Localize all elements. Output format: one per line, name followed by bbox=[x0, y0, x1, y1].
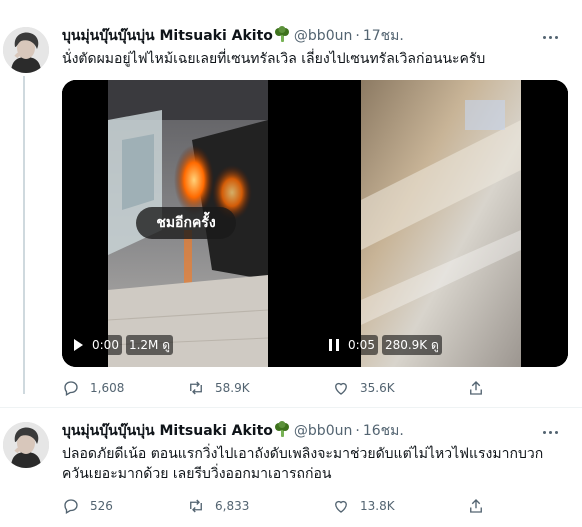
tweet-header: บุนมุ่นบุ๊นบุ๊นบุ่น Mitsuaki Akito @bb0u… bbox=[62, 26, 404, 46]
retweet-count: 6,833 bbox=[215, 499, 250, 513]
avatar[interactable] bbox=[3, 422, 49, 468]
retweet-icon bbox=[190, 381, 202, 395]
retweet-button[interactable]: 6,833 bbox=[187, 496, 249, 516]
timestamp[interactable]: 16ชม. bbox=[363, 423, 404, 439]
share-icon bbox=[470, 381, 482, 395]
video-time: 0:05 bbox=[345, 335, 378, 355]
video-controls: 0:05 280.9K ดู bbox=[329, 333, 442, 357]
reply-icon bbox=[64, 381, 78, 396]
retweet-button[interactable]: 58.9K bbox=[187, 378, 250, 398]
video-thumbnail bbox=[315, 80, 568, 367]
avatar[interactable] bbox=[3, 27, 49, 73]
more-icon[interactable] bbox=[542, 423, 560, 441]
reply-button[interactable]: 1,608 bbox=[62, 378, 124, 398]
action-bar: 526 6,833 13.8K bbox=[62, 496, 502, 516]
tweet-text: ปลอดภัยดีเน้อ ตอนแรกวิ่งไปเอาถังดับเพลิง… bbox=[62, 446, 544, 482]
timestamp[interactable]: 17ชม. bbox=[363, 28, 404, 44]
video-player[interactable]: ชมอีกครั้ง 0:00 1.2M ดู bbox=[62, 80, 313, 367]
retweet-count: 58.9K bbox=[215, 381, 250, 395]
tweet[interactable]: บุนมุ่นบุ๊นบุ๊นบุ่น Mitsuaki Akito @bb0u… bbox=[0, 0, 582, 408]
separator: · bbox=[355, 423, 360, 439]
display-name[interactable]: บุนมุ่นบุ๊นบุ๊นบุ่น Mitsuaki Akito bbox=[62, 28, 273, 44]
more-icon[interactable] bbox=[542, 28, 560, 46]
like-icon bbox=[335, 500, 347, 513]
tweet[interactable]: บุนมุ่นบุ๊นบุ๊นบุ่น Mitsuaki Akito @bb0u… bbox=[0, 408, 582, 527]
broccoli-icon bbox=[274, 421, 289, 437]
display-name[interactable]: บุนมุ่นบุ๊นบุ๊นบุ่น Mitsuaki Akito bbox=[62, 423, 273, 439]
like-count: 13.8K bbox=[360, 499, 395, 513]
play-icon[interactable] bbox=[74, 339, 83, 351]
reply-button[interactable]: 526 bbox=[62, 496, 113, 516]
replay-button[interactable]: ชมอีกครั้ง bbox=[136, 207, 236, 239]
share-button[interactable] bbox=[467, 496, 495, 516]
video-player[interactable]: 0:05 280.9K ดู bbox=[315, 80, 568, 367]
like-button[interactable]: 35.6K bbox=[332, 378, 395, 398]
action-bar: 1,608 58.9K 35.6K bbox=[62, 378, 502, 398]
reply-count: 526 bbox=[90, 499, 113, 513]
media-grid: ชมอีกครั้ง 0:00 1.2M ดู 0:05 280.9K ดู bbox=[62, 80, 568, 367]
reply-count: 1,608 bbox=[90, 381, 125, 395]
like-icon bbox=[335, 382, 347, 395]
video-time: 0:00 bbox=[89, 335, 122, 355]
tweet-text: นั่งตัดผมอยู่ไฟไหม้เฉยเลยที่เซนทรัลเวิล … bbox=[62, 51, 486, 67]
tweet-header: บุนมุ่นบุ๊นบุ๊นบุ่น Mitsuaki Akito @bb0u… bbox=[62, 421, 404, 441]
share-button[interactable] bbox=[467, 378, 495, 398]
handle[interactable]: @bb0un bbox=[294, 423, 352, 439]
handle[interactable]: @bb0un bbox=[294, 28, 352, 44]
like-count: 35.6K bbox=[360, 381, 395, 395]
view-count: 1.2M ดู bbox=[125, 335, 173, 355]
share-icon bbox=[470, 499, 482, 513]
view-count: 280.9K ดู bbox=[381, 335, 442, 355]
like-button[interactable]: 13.8K bbox=[332, 496, 395, 516]
video-controls: 0:00 1.2M ดู bbox=[74, 333, 173, 357]
reply-icon bbox=[64, 499, 78, 514]
separator: · bbox=[355, 28, 360, 44]
pause-icon[interactable] bbox=[329, 339, 339, 351]
retweet-icon bbox=[190, 499, 202, 513]
broccoli-icon bbox=[274, 26, 289, 42]
